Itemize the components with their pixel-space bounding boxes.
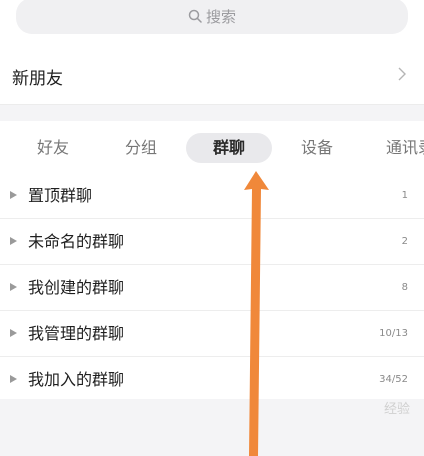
watermark: 经验 [383, 402, 410, 417]
annotation-arrow-icon [244, 171, 269, 456]
